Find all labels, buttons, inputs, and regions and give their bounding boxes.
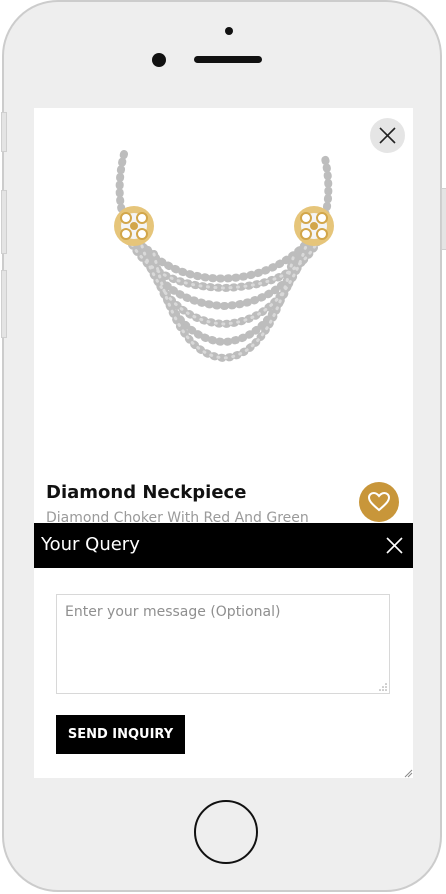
send-inquiry-button[interactable]: SEND INQUIRY xyxy=(56,715,185,754)
volume-up-button xyxy=(1,190,7,254)
product-image xyxy=(114,150,334,363)
power-button xyxy=(441,188,446,250)
close-icon[interactable] xyxy=(386,537,403,554)
sensor xyxy=(225,27,233,35)
home-button[interactable] xyxy=(194,800,258,864)
query-header: Your Query xyxy=(34,523,413,568)
close-button[interactable] xyxy=(370,118,405,153)
screen: Diamond Neckpiece Diamond Choker With Re… xyxy=(34,108,413,778)
message-textarea[interactable]: Enter your message (Optional) xyxy=(56,594,390,694)
volume-down-button xyxy=(1,270,7,338)
favorite-button[interactable] xyxy=(359,482,399,522)
product-title: Diamond Neckpiece xyxy=(46,482,247,503)
heart-icon xyxy=(368,492,390,512)
close-icon xyxy=(379,127,396,144)
side-button xyxy=(1,112,7,152)
resize-grip-icon[interactable] xyxy=(379,683,387,691)
query-title: Your Query xyxy=(41,534,140,555)
front-camera xyxy=(152,53,166,67)
resize-handle-icon[interactable] xyxy=(403,768,413,778)
message-placeholder: Enter your message (Optional) xyxy=(65,604,281,620)
earpiece-speaker xyxy=(194,56,262,63)
